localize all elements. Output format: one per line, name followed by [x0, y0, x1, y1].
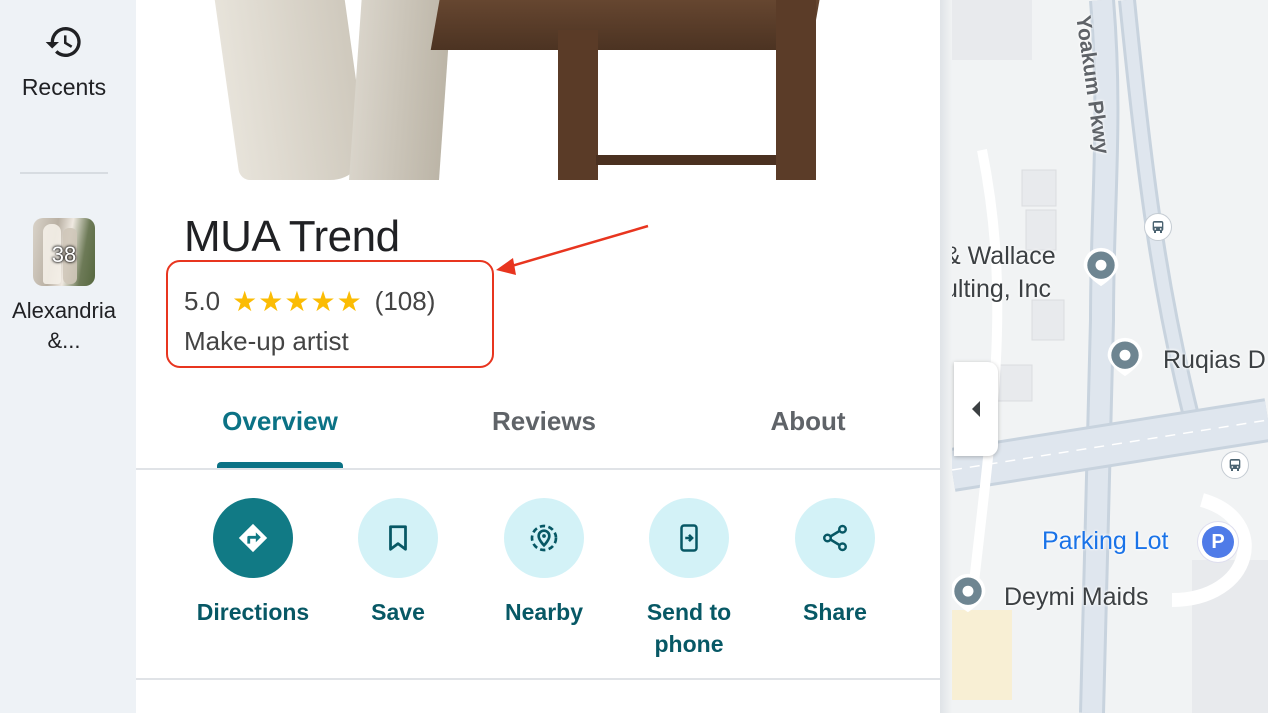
save-label: Save [371, 599, 425, 625]
history-icon [45, 27, 81, 57]
map-edge [940, 0, 952, 713]
nearby-icon [530, 524, 558, 552]
share-button[interactable]: Share [765, 498, 905, 628]
bus-stop-icon[interactable] [1144, 213, 1172, 241]
map-place-label-ruqias[interactable]: Ruqias D [1163, 346, 1266, 375]
tab-bar: Overview Reviews About [136, 400, 940, 470]
send-to-phone-icon [680, 524, 698, 552]
rating-row: 5.0 ★★★★★ (108) [184, 285, 435, 318]
map-place-label-parking[interactable]: Parking Lot [1042, 527, 1168, 556]
map-pin-icon[interactable] [1080, 246, 1122, 288]
nearby-button[interactable]: Nearby [474, 498, 614, 628]
nearby-label: Nearby [505, 599, 583, 625]
recent-place-label: Alexandria &... [12, 298, 116, 353]
bus-icon [1229, 459, 1241, 471]
left-rail: Recents 38 Alexandria &... [0, 0, 136, 713]
map-pin-icon[interactable] [1104, 336, 1146, 378]
hero-photo[interactable] [136, 0, 940, 180]
rail-divider [20, 172, 108, 174]
send-to-phone-button[interactable]: Send to phone [619, 498, 759, 660]
save-button[interactable]: Save [328, 498, 468, 628]
bookmark-icon [389, 525, 407, 551]
map-place-label-wallace[interactable]: & Wallace ulting, Inc [952, 240, 1056, 306]
bus-stop-icon[interactable] [1221, 451, 1249, 479]
directions-label: Directions [196, 599, 310, 625]
review-count-link[interactable]: (108) [375, 286, 436, 317]
section-divider [136, 678, 940, 680]
star-rating-icon: ★★★★★ [232, 286, 363, 317]
tab-overview[interactable]: Overview [217, 406, 343, 437]
chevron-left-icon [972, 401, 980, 417]
share-label: Share [803, 599, 867, 625]
place-category[interactable]: Make-up artist [184, 326, 349, 357]
recents-label: Recents [21, 74, 107, 100]
directions-button[interactable]: Directions [183, 498, 323, 628]
send-to-phone-label: Send to phone [646, 599, 732, 657]
recent-place-thumbnail: 38 [33, 218, 95, 286]
map-pin-icon[interactable] [952, 572, 989, 614]
map-canvas[interactable]: Yoakum Pkwy & Wallace ulting, Inc Ruqias… [952, 0, 1268, 713]
bus-icon [1152, 221, 1164, 233]
map-place-label-deymi[interactable]: Deymi Maids [1004, 583, 1148, 612]
share-icon [823, 524, 847, 552]
place-panel: MUA Trend 5.0 ★★★★★ (108) Make-up artist… [136, 0, 940, 713]
collapse-panel-button[interactable] [954, 362, 998, 456]
directions-icon [238, 523, 268, 553]
parking-icon[interactable]: P [1198, 522, 1238, 562]
recents-button[interactable]: Recents [0, 22, 128, 101]
tab-about[interactable]: About [758, 406, 858, 437]
parking-letter: P [1202, 526, 1234, 558]
recent-place-item[interactable]: 38 Alexandria &... [0, 218, 128, 356]
tab-reviews[interactable]: Reviews [480, 406, 608, 437]
place-title: MUA Trend [184, 212, 400, 261]
rating-value: 5.0 [184, 286, 221, 316]
photo-count: 38 [51, 242, 77, 267]
active-tab-indicator [217, 462, 343, 468]
